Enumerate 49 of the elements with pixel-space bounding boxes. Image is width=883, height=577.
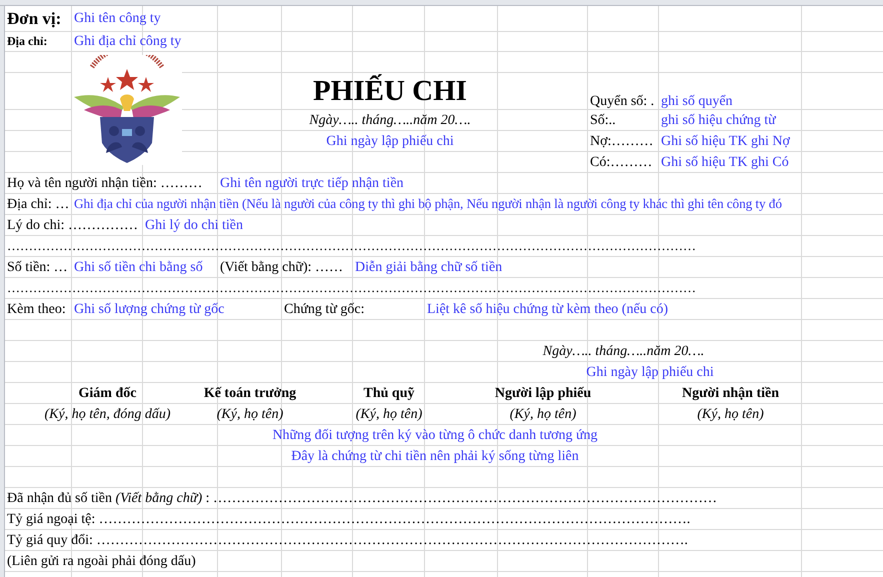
address-label: Địa chỉ: (7, 35, 48, 49)
signatory-title: Giám đốc (78, 386, 136, 402)
book-field-label: Quyển số: . (590, 94, 654, 109)
signatory-title: Người nhận tiền (682, 386, 780, 402)
date-hint: Ghi ngày lập phiếu chi (326, 134, 454, 150)
address-value: Ghi địa chỉ công ty (74, 34, 182, 50)
book-field-value: Ghi số hiệu TK ghi Nợ (661, 134, 790, 150)
amount-words-label: (Viết bằng chữ): …… (220, 260, 343, 276)
amount-label: Số tiền: … (7, 260, 68, 276)
payee-address-label: Địa chỉ: … (7, 196, 70, 212)
payee-name-label: Họ và tên người nhận tiền: ……… (7, 176, 202, 192)
book-field-value: Ghi số hiệu TK ghi Có (661, 154, 789, 170)
original-documents-label: Chứng từ gốc: (284, 302, 365, 318)
unit-value: Ghi tên công ty (74, 11, 161, 27)
signatory-title: Kế toán trưởng (204, 386, 296, 402)
reason-value: Ghi lý do chi tiền (145, 218, 243, 234)
signature-note: (Ký, họ tên) (697, 406, 764, 422)
signature-note: (Ký, họ tên) (216, 406, 284, 422)
receipt-line: Tỷ giá ngoại tệ: ………………………………………………………………………………………………………………. (7, 512, 690, 528)
signature-note: (Ký, họ tên) (510, 406, 576, 422)
receipt-line: Đã nhận đủ số tiền (Viết bằng chữ) : ……………………………………………………………………………………………… (7, 490, 718, 506)
receipt-line: (Liên gửi ra ngoài phải đóng dấu) (7, 554, 196, 570)
book-field-label: Số:.. (590, 112, 616, 128)
signing-instruction: Những đối tượng trên ký vào từng ô chức danh tương ứng (272, 428, 598, 444)
amount-words-value: Diễn giải bằng chữ số tiền (355, 260, 502, 276)
amount-value: Ghi số tiền chi bằng số (74, 260, 203, 276)
book-field-label: Có:……… (590, 154, 652, 170)
book-field-value: ghi số quyển (661, 94, 733, 109)
signature-note: (Ký, họ tên, đóng dấu) (44, 406, 170, 422)
signing-instruction: Đây là chứng từ chi tiền nên phải ký sống từng liên (291, 448, 579, 464)
signatory-title: Người lập phiếu (494, 386, 592, 402)
form-title: PHIẾU CHI (313, 76, 467, 108)
attachments-value: Ghi số lượng chứng từ gốc (74, 302, 224, 318)
attachments-label: Kèm theo: (7, 302, 66, 318)
dotted-fill-line: …………………………………………………………………………………………………………………………………………… (7, 281, 696, 296)
payee-name-value: Ghi tên người trực tiếp nhận tiền (220, 176, 404, 192)
reason-label: Lý do chi: …………… (7, 218, 138, 234)
unit-label: Đơn vị: (7, 10, 62, 28)
receipt-line: Tỷ giá quy đổi: ………………………………………………………………………………………………………………. (7, 532, 688, 548)
original-documents-value: Liệt kê số hiệu chứng từ kèm theo (nếu có) (427, 302, 668, 318)
signature-note: (Ký, họ tên) (356, 406, 422, 422)
signing-date-hint: Ghi ngày lập phiếu chi (586, 364, 714, 380)
dotted-fill-line: …………………………………………………………………………………………………………………………………………… (7, 239, 696, 254)
date-line: Ngày….. tháng…..năm 20…. (309, 112, 471, 128)
signatory-title: Thủ quỹ (364, 386, 414, 402)
book-field-value: ghi số hiệu chứng từ (661, 112, 776, 128)
payee-address-value: Ghi địa chỉ của người nhận tiền (Nếu là người của công ty thì ghi bộ phận, Nếu người nhận là người công ty khác thì ghi tên công ty đó (74, 197, 782, 212)
book-field-label: Nợ:……… (590, 134, 654, 150)
signing-date-line: Ngày….. tháng…..năm 20…. (542, 344, 704, 360)
